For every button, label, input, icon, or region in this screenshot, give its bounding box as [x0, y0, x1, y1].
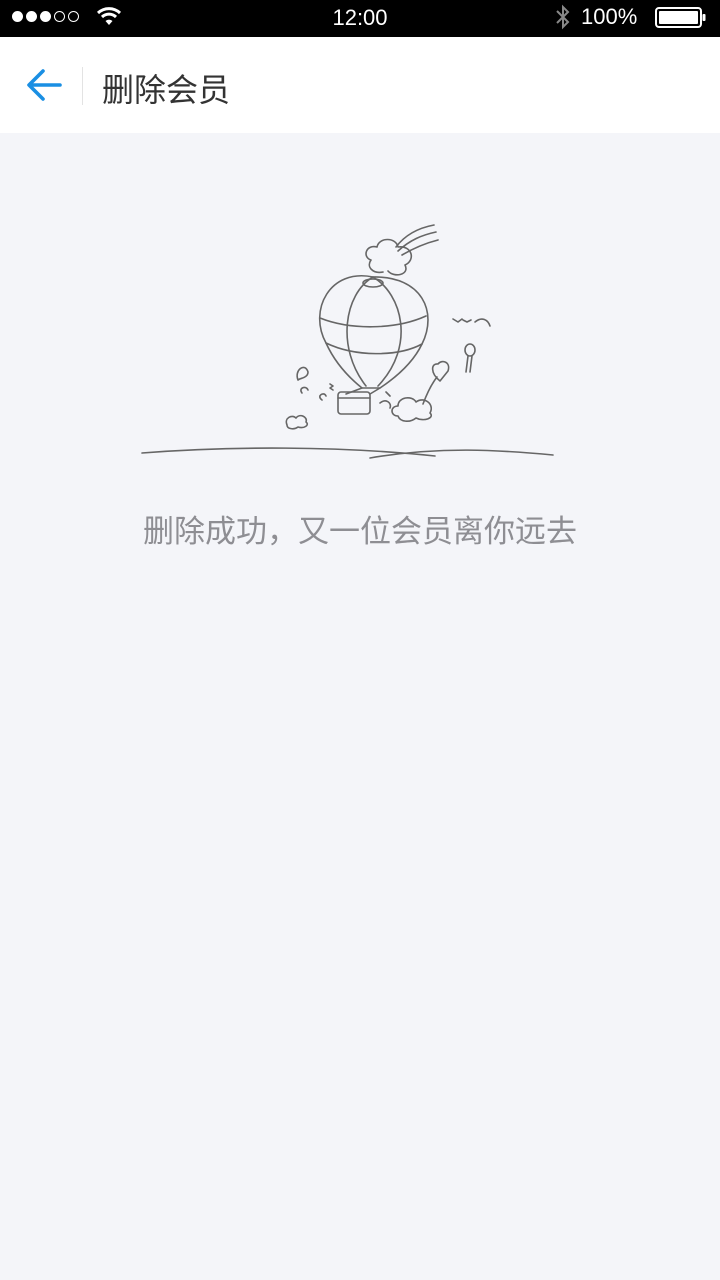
status-bar: 12:00 100% [0, 0, 720, 37]
bluetooth-icon [556, 4, 570, 30]
hot-air-balloon-illustration [141, 224, 554, 459]
page-title: 删除会员 [102, 71, 231, 109]
battery-icon [655, 7, 706, 28]
nav-bar: 删除会员 [0, 37, 720, 133]
back-arrow-icon [27, 69, 62, 101]
delete-success-message: 删除成功，又一位会员离你远去 [143, 514, 577, 550]
nav-divider [82, 67, 83, 105]
battery-percent: 100% [581, 4, 638, 29]
back-button[interactable] [24, 63, 68, 107]
